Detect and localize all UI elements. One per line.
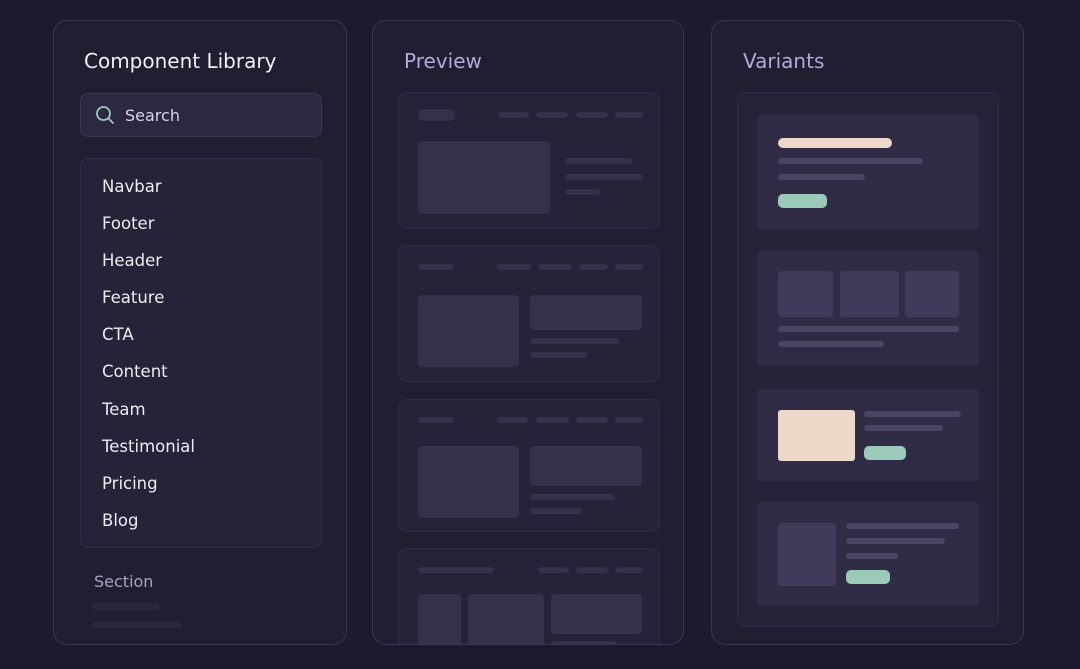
list-item-testimonial[interactable]: Testimonial xyxy=(81,437,321,474)
placeholder-text xyxy=(530,494,615,500)
placeholder-text xyxy=(565,189,601,195)
placeholder-tile xyxy=(778,271,833,317)
placeholder-text xyxy=(565,158,632,164)
placeholder-block xyxy=(530,295,642,330)
placeholder-button xyxy=(778,194,827,208)
placeholder-text xyxy=(530,352,587,358)
list-item-blog[interactable]: Blog xyxy=(81,511,321,548)
placeholder-logo xyxy=(418,264,454,270)
placeholder-text xyxy=(846,553,898,559)
list-item-team[interactable]: Team xyxy=(81,400,321,437)
placeholder-image xyxy=(418,446,519,518)
placeholder-block xyxy=(551,594,642,634)
placeholder-nav xyxy=(576,567,608,573)
placeholder-image xyxy=(418,295,519,367)
placeholder-nav xyxy=(497,417,528,423)
placeholder-nav xyxy=(615,112,643,118)
placeholder-text xyxy=(846,523,959,529)
placeholder-nav xyxy=(615,567,643,573)
placeholder-image xyxy=(418,594,461,644)
placeholder-logo xyxy=(418,567,494,573)
variants-title: Variants xyxy=(743,49,825,73)
placeholder-button xyxy=(846,570,890,584)
list-item-pricing[interactable]: Pricing xyxy=(81,474,321,511)
placeholder-text xyxy=(778,174,865,180)
placeholder-nav xyxy=(579,264,608,270)
placeholder-text xyxy=(530,338,619,344)
placeholder-image xyxy=(418,141,550,214)
placeholder-nav xyxy=(576,417,608,423)
placeholder-logo xyxy=(418,417,454,423)
search-placeholder: Search xyxy=(125,105,180,125)
placeholder-heading xyxy=(778,138,892,148)
placeholder-logo xyxy=(418,109,455,121)
preview-title: Preview xyxy=(404,49,482,73)
preview-panel: Preview xyxy=(372,20,684,645)
library-title: Component Library xyxy=(84,49,277,73)
preview-card[interactable] xyxy=(398,92,660,229)
placeholder-tile xyxy=(840,271,899,317)
placeholder-text xyxy=(864,425,943,431)
placeholder-nav xyxy=(498,112,529,118)
preview-card[interactable] xyxy=(398,548,660,644)
placeholder-nav xyxy=(497,264,531,270)
placeholder-image xyxy=(778,523,836,586)
section-placeholder-line xyxy=(92,603,160,610)
variant-card[interactable] xyxy=(757,115,979,229)
list-item-cta[interactable]: CTA xyxy=(81,325,321,362)
list-item-navbar[interactable]: Navbar xyxy=(81,177,321,214)
placeholder-nav xyxy=(615,264,643,270)
placeholder-nav xyxy=(536,417,569,423)
placeholder-block xyxy=(530,446,642,486)
variant-card[interactable] xyxy=(757,389,979,481)
placeholder-text xyxy=(778,158,923,164)
list-item-header[interactable]: Header xyxy=(81,251,321,288)
list-item-footer[interactable]: Footer xyxy=(81,214,321,251)
preview-card[interactable] xyxy=(398,245,660,382)
placeholder-nav xyxy=(538,264,572,270)
search-icon xyxy=(96,106,114,124)
placeholder-text xyxy=(778,341,884,347)
section-label[interactable]: Section xyxy=(94,572,153,591)
list-item-content[interactable]: Content xyxy=(81,362,321,399)
component-library-panel: Component Library Search Navbar Footer H… xyxy=(53,20,347,645)
variant-card[interactable] xyxy=(757,502,979,606)
placeholder-text xyxy=(551,641,616,644)
placeholder-text xyxy=(565,174,643,180)
placeholder-tile xyxy=(905,271,959,317)
list-item-feature[interactable]: Feature xyxy=(81,288,321,325)
placeholder-text xyxy=(530,508,582,514)
placeholder-nav xyxy=(615,417,643,423)
placeholder-image xyxy=(778,410,855,461)
preview-card[interactable] xyxy=(398,399,660,532)
placeholder-nav xyxy=(538,567,569,573)
placeholder-nav xyxy=(576,112,608,118)
variants-panel: Variants xyxy=(711,20,1024,645)
placeholder-text xyxy=(846,538,945,544)
placeholder-text xyxy=(864,411,961,417)
component-list: Navbar Footer Header Feature CTA Content… xyxy=(80,158,322,548)
variants-list xyxy=(737,92,999,627)
placeholder-image xyxy=(468,594,544,644)
search-input[interactable]: Search xyxy=(80,93,322,137)
section-placeholder-line xyxy=(92,622,182,628)
placeholder-button xyxy=(864,446,906,460)
placeholder-text xyxy=(778,326,959,332)
variant-card[interactable] xyxy=(757,251,979,366)
placeholder-nav xyxy=(536,112,568,118)
